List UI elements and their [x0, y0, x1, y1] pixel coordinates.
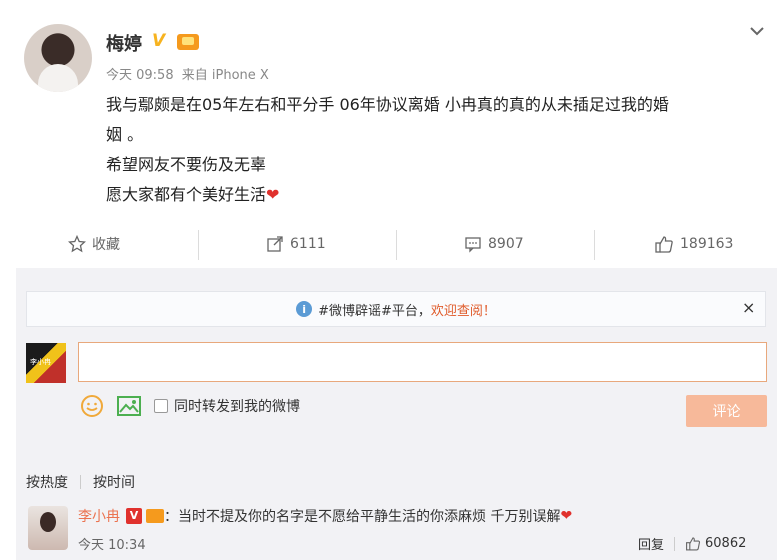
post-source: 来自 iPhone X — [181, 68, 269, 83]
thumbs-up-icon[interactable] — [685, 536, 701, 551]
sort-by-time[interactable]: 按时间 — [93, 472, 135, 492]
commenter-avatar[interactable]: 李小冉 — [26, 343, 66, 383]
reply-avatar[interactable] — [28, 506, 68, 550]
post-line: 我与鄢颇是在05年左右和平分手 06年协议离婚 小冉真的真的从未插足过我的婚 — [106, 95, 669, 114]
author-name[interactable]: 梅婷 — [106, 30, 142, 56]
post-meta: 今天 09:58 来自 iPhone X — [106, 64, 273, 83]
author-avatar[interactable] — [24, 24, 92, 92]
reply-button[interactable]: 回复 — [638, 534, 664, 553]
reply-text: ：当时不提及你的名字是不愿给平静生活的你添麻烦 千万别误解 — [164, 509, 561, 525]
emoji-icon[interactable] — [80, 394, 104, 418]
post-line: 希望网友不要伤及无辜 — [106, 155, 267, 174]
comment-icon — [465, 237, 481, 253]
comment-sort: 按热度 按时间 — [26, 472, 135, 492]
sort-by-hot[interactable]: 按热度 — [26, 472, 68, 492]
comment-input[interactable] — [78, 342, 767, 382]
repost-icon — [267, 236, 283, 252]
info-icon: i — [296, 301, 313, 317]
forward-checkbox[interactable] — [154, 399, 168, 413]
reply-like-count: 60862 — [705, 536, 747, 551]
comment-item: 李小冉 V ：当时不提及你的名字是不愿给平静生活的你添麻烦 千万别误解 ❤ 今天… — [16, 498, 777, 560]
favorite-button[interactable]: 收藏 — [68, 224, 120, 264]
reply-verified-badge: V — [126, 508, 142, 524]
vip-badge-icon — [177, 34, 199, 50]
image-icon[interactable] — [116, 395, 142, 417]
repost-count: 6111 — [290, 236, 326, 252]
reply-time: 今天 10:34 — [78, 538, 146, 553]
comment-button[interactable]: 8907 — [464, 224, 524, 264]
favorite-label: 收藏 — [92, 237, 120, 253]
repost-button[interactable]: 6111 — [266, 224, 326, 264]
comment-count: 8907 — [488, 236, 524, 252]
like-count: 189163 — [680, 236, 734, 252]
notice-link[interactable]: 欢迎查阅！ — [431, 300, 496, 319]
weibo-post: 梅婷 V 今天 09:58 来自 iPhone X 我与鄢颇是在05年左右和平分… — [0, 0, 777, 218]
post-line: 姻 。 — [106, 125, 144, 144]
reply-actions: 回复 60862 — [638, 534, 746, 553]
post-content: 我与鄢颇是在05年左右和平分手 06年协议离婚 小冉真的真的从未插足过我的婚 姻… — [106, 90, 766, 210]
notice-text: #微博辟谣#平台， — [318, 303, 431, 319]
like-button[interactable]: 189163 — [654, 224, 733, 264]
post-line: 愿大家都有个美好生活❤ — [106, 185, 280, 204]
post-actions: 收藏 6111 8907 189163 — [16, 224, 777, 264]
post-time[interactable]: 今天 09:58 — [106, 68, 174, 83]
composer-tools: 同时转发到我的微博 — [80, 393, 300, 419]
star-icon — [68, 235, 86, 253]
forward-label: 同时转发到我的微博 — [174, 399, 300, 415]
reply-author[interactable]: 李小冉 — [78, 506, 120, 526]
thumbs-up-icon — [655, 236, 673, 253]
reply-vip-icon — [146, 509, 164, 523]
submit-comment-button[interactable]: 评论 — [686, 395, 767, 427]
heart-icon: ❤ — [560, 508, 573, 524]
close-icon[interactable]: × — [742, 298, 755, 317]
reply-line: 李小冉 V ：当时不提及你的名字是不愿给平静生活的你添麻烦 千万别误解 ❤ — [78, 506, 572, 526]
chevron-down-icon[interactable] — [748, 22, 766, 40]
heart-icon: ❤ — [266, 185, 280, 204]
rumor-notice: i #微博辟谣#平台， 欢迎查阅！ — [26, 291, 766, 327]
avatar-text: 李小冉 — [30, 358, 51, 366]
verified-badge: V — [152, 31, 166, 51]
